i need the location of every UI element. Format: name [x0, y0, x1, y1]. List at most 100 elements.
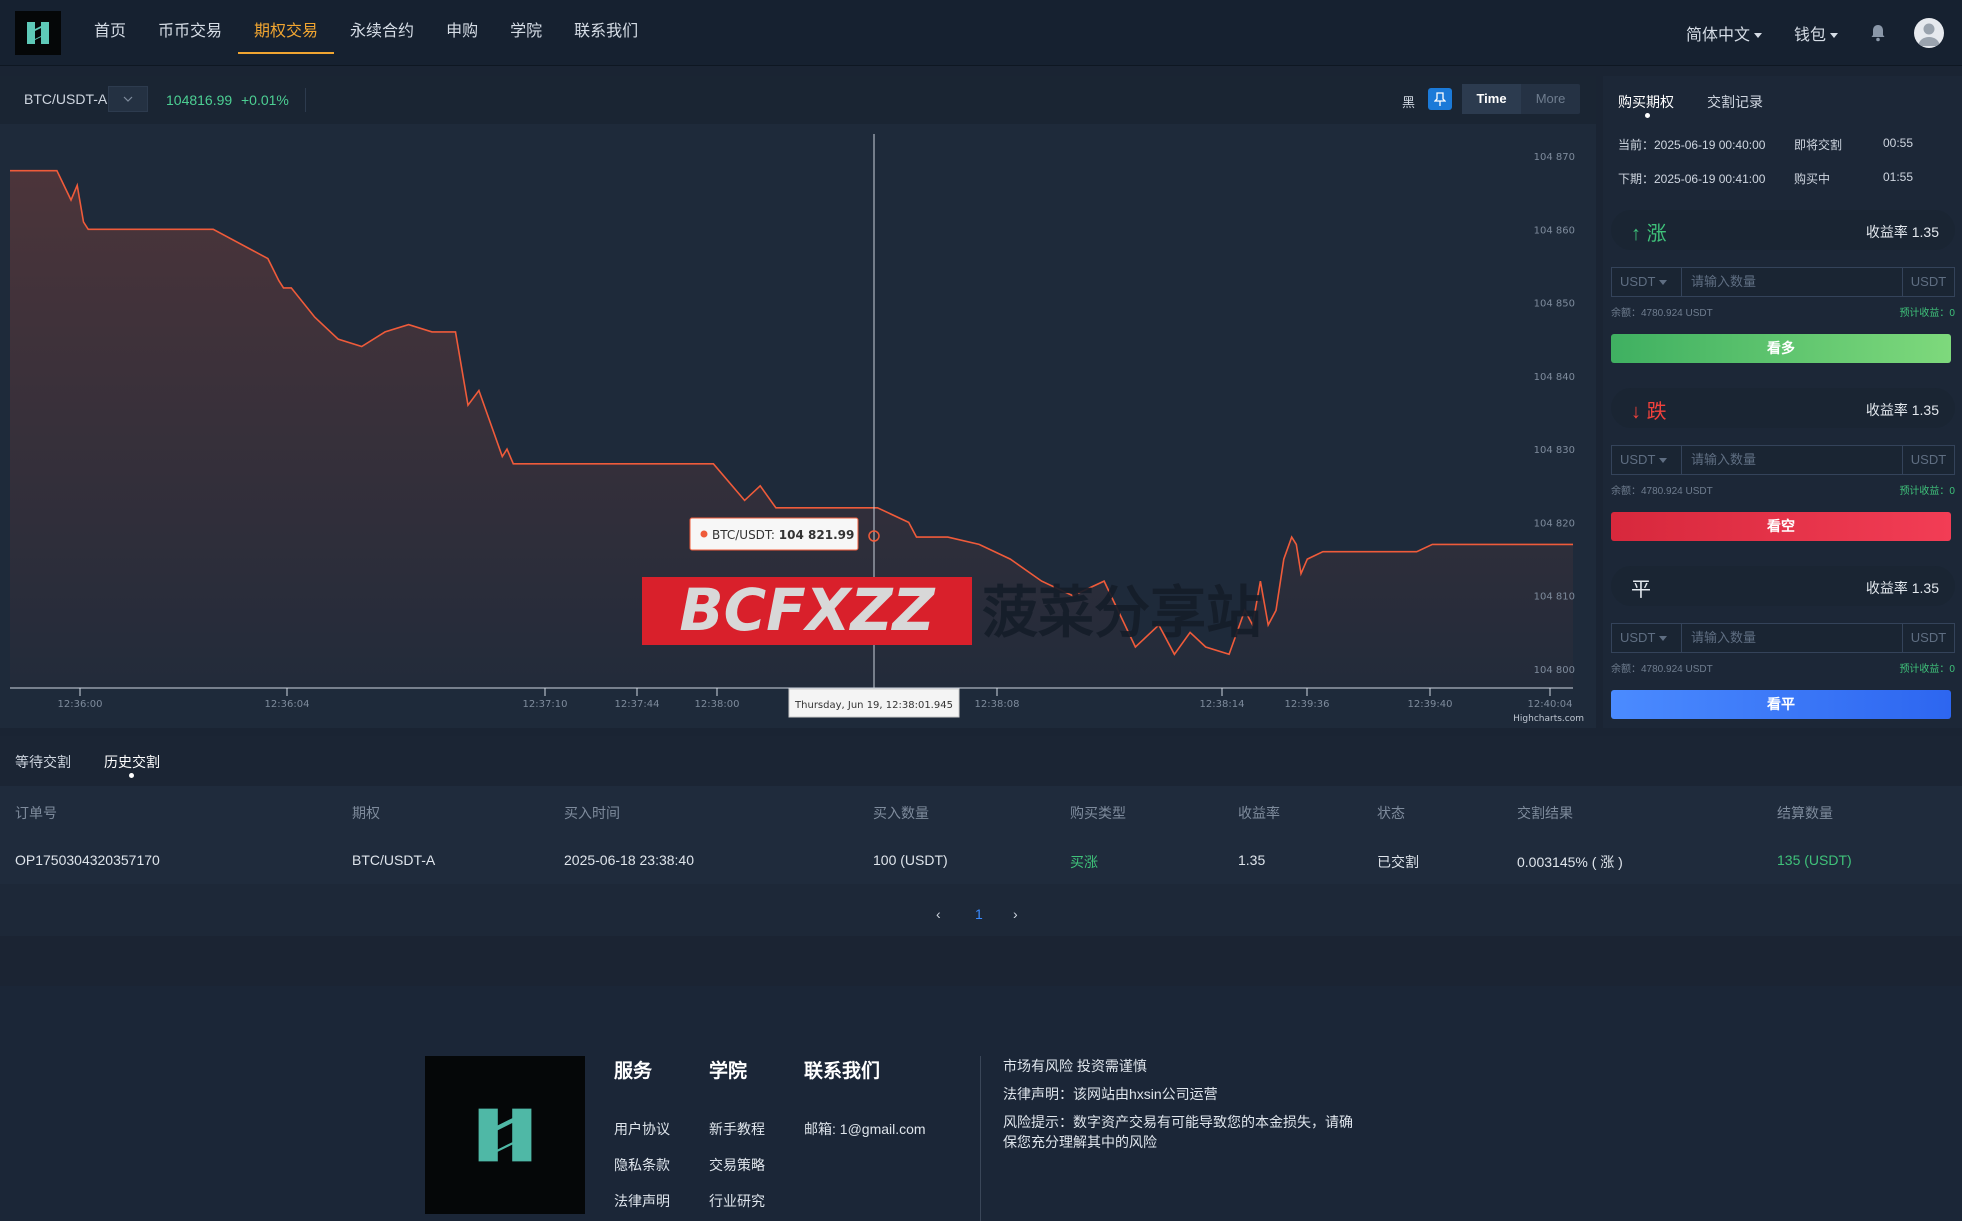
- footer-link-privacy[interactable]: 隐私条款: [614, 1155, 670, 1175]
- footer-heading-academy: 学院: [709, 1061, 748, 1082]
- rise-title: ↑ 涨: [1631, 223, 1667, 245]
- flat-amount-input-group: USDT 请输入数量 USDT: [1611, 623, 1955, 653]
- nav-home[interactable]: 首页: [78, 0, 142, 66]
- tab-pending-delivery[interactable]: 等待交割: [15, 752, 71, 772]
- fall-currency-select[interactable]: USDT: [1612, 446, 1682, 474]
- current-period-status: 即将交割: [1794, 138, 1843, 152]
- col-yield-rate: 收益率: [1238, 805, 1280, 821]
- x-tick-label: 12:36:04: [265, 699, 310, 710]
- pin-icon[interactable]: [1428, 88, 1452, 110]
- section-divider: [0, 936, 1962, 986]
- user-avatar[interactable]: [1914, 18, 1944, 48]
- rise-currency-select[interactable]: USDT: [1612, 268, 1682, 296]
- footer-link-trading-strategy[interactable]: 交易策略: [709, 1155, 765, 1175]
- rise-balance-row: 余额：4780.924 USDT 预计收益：0: [1611, 304, 1955, 319]
- rise-amount-input-group: USDT 请输入数量 USDT: [1611, 267, 1955, 297]
- page-number[interactable]: 1: [975, 906, 983, 922]
- y-tick-label: 104 830: [1534, 445, 1575, 456]
- site-logo[interactable]: [15, 11, 61, 55]
- flat-title: 平: [1631, 579, 1651, 601]
- nav-academy[interactable]: 学院: [494, 0, 558, 66]
- nav-subscription[interactable]: 申购: [430, 0, 494, 66]
- chevron-down-icon: [1659, 636, 1668, 642]
- price-tooltip: BTC/USDT: 104 821.99: [689, 517, 859, 551]
- fall-estimated-profit: 预计收益：0: [1899, 486, 1955, 497]
- rise-amount-input[interactable]: 请输入数量: [1682, 268, 1902, 296]
- next-period: 下期：2025-06-19 00:41:00: [1618, 172, 1766, 186]
- flat-balance: 余额：4780.924 USDT: [1611, 664, 1713, 675]
- option-order-panel: 购买期权 交割记录 当前：2025-06-19 00:40:00 即将交割 00…: [1603, 76, 1962, 728]
- bell-icon[interactable]: [1870, 24, 1886, 42]
- tab-buy-options[interactable]: 购买期权: [1618, 92, 1674, 112]
- tab-history-delivery[interactable]: 历史交割: [104, 752, 160, 772]
- tab-more[interactable]: More: [1521, 84, 1580, 114]
- price-chart[interactable]: 104 870 104 860 104 850 104 840 104 830 104 8…: [0, 124, 1596, 728]
- buy-short-button[interactable]: 看空: [1611, 512, 1951, 541]
- language-label: 简体中文: [1685, 27, 1750, 44]
- col-order-id: 订单号: [15, 805, 57, 821]
- prev-page-icon[interactable]: ‹: [936, 906, 941, 922]
- footer-heading-contact: 联系我们: [804, 1061, 881, 1082]
- wallet-dropdown[interactable]: 钱包: [1794, 21, 1838, 45]
- footer-link-legal[interactable]: 法律声明: [614, 1191, 670, 1211]
- timeframe-switch: Time More: [1462, 84, 1580, 114]
- nav-contact-us[interactable]: 联系我们: [558, 0, 654, 66]
- nav-spot-trading[interactable]: 币币交易: [142, 0, 238, 66]
- order-buy-time: 2025-06-18 23:38:40: [564, 852, 694, 868]
- language-dropdown[interactable]: 简体中文: [1686, 21, 1762, 45]
- price-change: +0.01%: [241, 92, 289, 108]
- y-tick-label: 104 850: [1534, 299, 1575, 310]
- orders-table-header: 订单号 期权 买入时间 买入数量 购买类型 收益率 状态 交割结果 结算数量: [0, 786, 1962, 834]
- y-tick-label: 104 860: [1534, 225, 1575, 236]
- flat-yield-rate: 收益率 1.35: [1865, 580, 1939, 596]
- x-tick-label: 12:37:44: [615, 699, 660, 710]
- footer-email[interactable]: 邮箱: 1@gmail.com: [804, 1119, 926, 1139]
- rise-section-header: ↑ 涨 收益率 1.35: [1611, 210, 1955, 250]
- tab-time[interactable]: Time: [1462, 84, 1521, 114]
- fall-unit-label: USDT: [1902, 446, 1954, 474]
- tab-delivery-records[interactable]: 交割记录: [1707, 92, 1763, 112]
- flat-balance-row: 余额：4780.924 USDT 预计收益：0: [1611, 660, 1955, 675]
- nav-perpetual-contracts[interactable]: 永续合约: [334, 0, 430, 66]
- order-id: OP1750304320357170: [15, 852, 160, 868]
- x-tick-label: 12:36:00: [58, 699, 103, 710]
- chevron-down-icon: [1659, 458, 1668, 464]
- footer-heading-service: 服务: [614, 1061, 653, 1082]
- footer-link-beginner-guide[interactable]: 新手教程: [709, 1119, 765, 1139]
- theme-dark-toggle[interactable]: 黑: [1402, 92, 1415, 111]
- buy-flat-button[interactable]: 看平: [1611, 690, 1951, 719]
- pair-selector[interactable]: [108, 86, 148, 112]
- x-tick-label: 12:38:08: [975, 699, 1020, 710]
- rise-estimated-profit: 预计收益：0: [1899, 308, 1955, 319]
- flat-amount-input[interactable]: 请输入数量: [1682, 624, 1902, 652]
- current-period-countdown: 00:55: [1883, 136, 1914, 150]
- nav-options-trading[interactable]: 期权交易: [238, 0, 335, 66]
- chevron-down-icon: [1659, 280, 1668, 286]
- chevron-down-icon: [1830, 33, 1838, 39]
- toolbar-divider: [305, 88, 306, 112]
- x-tick-label: 12:39:40: [1408, 699, 1453, 710]
- active-tab-indicator: [1645, 113, 1650, 118]
- col-delivery-result: 交割结果: [1517, 805, 1573, 821]
- flat-unit-label: USDT: [1902, 624, 1954, 652]
- next-page-icon[interactable]: ›: [1013, 906, 1018, 922]
- table-row[interactable]: OP1750304320357170 BTC/USDT-A 2025-06-18…: [0, 834, 1962, 884]
- crosshair-time: Thursday, Jun 19, 12:38:01.945: [794, 700, 953, 711]
- chart-toolbar: BTC/USDT-A 104816.99 +0.01% 黑 Time More: [0, 76, 1596, 124]
- footer-link-industry-research[interactable]: 行业研究: [709, 1191, 765, 1211]
- fall-title: ↓ 跌: [1631, 401, 1667, 423]
- y-tick-label: 104 800: [1534, 665, 1575, 676]
- arrow-up-icon: ↑: [1631, 223, 1641, 245]
- chart-panel: BTC/USDT-A 104816.99 +0.01% 黑 Time More …: [0, 76, 1596, 728]
- fall-amount-input[interactable]: 请输入数量: [1682, 446, 1902, 474]
- col-buy-time: 买入时间: [564, 805, 620, 821]
- footer-link-user-agreement[interactable]: 用户协议: [614, 1119, 670, 1139]
- current-period: 当前：2025-06-19 00:40:00: [1618, 138, 1766, 152]
- flat-currency-select[interactable]: USDT: [1612, 624, 1682, 652]
- rise-unit-label: USDT: [1902, 268, 1954, 296]
- order-yield-rate: 1.35: [1238, 852, 1266, 868]
- buy-long-button[interactable]: 看多: [1611, 334, 1951, 363]
- flat-section-header: 平 收益率 1.35: [1611, 566, 1955, 606]
- order-buy-amount: 100 (USDT): [873, 852, 948, 868]
- chart-credits[interactable]: Highcharts.com: [1513, 714, 1584, 724]
